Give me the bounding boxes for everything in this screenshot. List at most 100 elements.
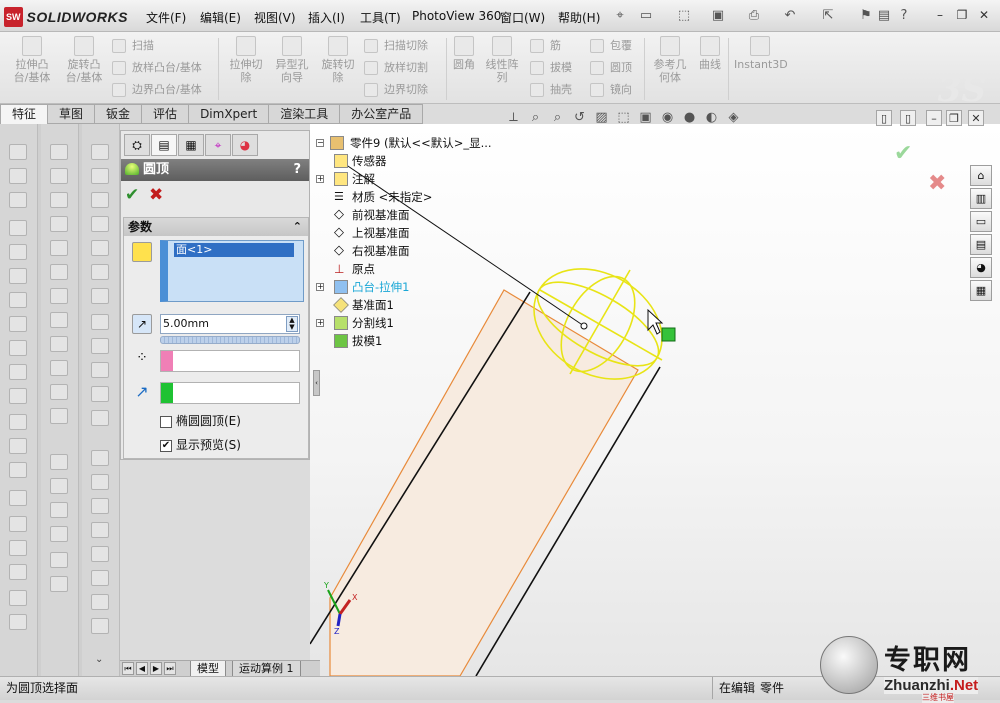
tool-icon[interactable] xyxy=(91,498,109,514)
sweep-button[interactable]: 扫描 xyxy=(112,38,154,54)
new-document-icon[interactable]: ▭ xyxy=(638,8,654,24)
tool-icon[interactable] xyxy=(50,288,68,304)
tree-item-plane1[interactable]: 基准面1 xyxy=(333,296,394,314)
tool-icon[interactable] xyxy=(91,192,109,208)
prev-tab-icon[interactable]: ◀ xyxy=(136,662,148,675)
options-icon[interactable]: ▤ xyxy=(876,8,892,24)
tool-icon[interactable] xyxy=(91,546,109,562)
selected-face-item[interactable]: 面<1> xyxy=(174,243,294,257)
expand-icon[interactable]: + xyxy=(316,319,324,327)
save-icon[interactable]: ▣ xyxy=(710,8,726,24)
expand-icon[interactable]: + xyxy=(316,175,324,183)
revolve-cut-button[interactable]: 旋转切 除 xyxy=(316,36,360,84)
tool-icon[interactable] xyxy=(50,478,68,494)
tool-icon[interactable] xyxy=(9,462,27,478)
boundary-cut-button[interactable]: 边界切除 xyxy=(364,82,428,98)
hole-wizard-button[interactable]: 异型孔 向导 xyxy=(270,36,314,84)
tab-model[interactable]: 模型 xyxy=(190,661,226,677)
tool-icon[interactable] xyxy=(9,192,27,208)
loft-boss-button[interactable]: 放样凸台/基体 xyxy=(112,60,202,76)
close-icon[interactable]: ✕ xyxy=(974,6,994,24)
fillet-button[interactable]: 圆角 xyxy=(450,36,478,71)
menu-tools[interactable]: 工具(T) xyxy=(360,9,401,26)
tree-item-draft[interactable]: 拔模1 xyxy=(334,332,382,350)
zoom-to-area-icon[interactable]: ⌕ xyxy=(548,108,567,127)
tab-evaluate[interactable]: 评估 xyxy=(142,104,190,124)
tool-icon[interactable] xyxy=(9,614,27,630)
previous-view-icon[interactable]: ↺ xyxy=(570,108,589,127)
tab-motion-study[interactable]: 运动算例 1 xyxy=(232,661,301,677)
tool-icon[interactable] xyxy=(50,312,68,328)
distance-slider[interactable] xyxy=(160,336,300,344)
zoom-to-fit-icon[interactable]: ⌕ xyxy=(526,108,545,127)
swept-cut-button[interactable]: 扫描切除 xyxy=(364,38,428,54)
display-manager-tab-icon[interactable]: ◕ xyxy=(232,134,258,156)
section-view-icon[interactable]: ▨ xyxy=(592,108,611,127)
print-icon[interactable]: ⎙ xyxy=(746,8,762,24)
tool-icon[interactable] xyxy=(91,168,109,184)
tree-item-origin[interactable]: ⊥ 原点 xyxy=(334,260,375,278)
draft-button[interactable]: 拔模 xyxy=(530,60,572,76)
tool-icon[interactable] xyxy=(50,240,68,256)
tool-icon[interactable] xyxy=(9,364,27,380)
distance-input[interactable]: 5.00mm ▲ ▼ xyxy=(160,314,300,334)
tool-icon[interactable] xyxy=(91,522,109,538)
tool-icon[interactable] xyxy=(9,220,27,236)
menu-file[interactable]: 文件(F) xyxy=(146,9,186,26)
tool-icon[interactable] xyxy=(91,216,109,232)
view-settings-icon[interactable]: ◈ xyxy=(724,108,743,127)
tool-icon[interactable] xyxy=(91,362,109,378)
edit-appearance-icon[interactable]: ● xyxy=(680,108,699,127)
elliptical-dome-checkbox[interactable]: 椭圆圆顶(E) xyxy=(160,414,241,430)
tree-item-split-line[interactable]: + 分割线1 xyxy=(316,314,394,332)
tool-icon[interactable] xyxy=(9,268,27,284)
tool-icon[interactable] xyxy=(91,144,109,160)
collapse-icon[interactable]: ⌃ xyxy=(293,218,302,236)
tree-item-boss-extrude[interactable]: + 凸台-拉伸1 xyxy=(316,278,409,296)
tree-item-sensors[interactable]: 传感器 xyxy=(334,152,387,170)
tree-item-part[interactable]: − 零件9 (默认<<默认>_显... xyxy=(316,134,492,152)
appearances-icon[interactable]: ◕ xyxy=(970,257,992,278)
checkbox-box[interactable] xyxy=(160,415,172,428)
menu-window[interactable]: 窗口(W) xyxy=(500,9,545,26)
tree-item-right-plane[interactable]: ◇ 右视基准面 xyxy=(334,242,410,260)
checkbox-box[interactable]: ✔ xyxy=(160,439,172,452)
expand-icon[interactable]: + xyxy=(316,283,324,291)
mirror-button[interactable]: 镜向 xyxy=(590,82,632,98)
lofted-cut-button[interactable]: 放样切割 xyxy=(364,60,428,76)
tool-icon[interactable] xyxy=(9,414,27,430)
tree-item-annotations[interactable]: + 注解 xyxy=(316,170,375,188)
tab-features[interactable]: 特征 xyxy=(0,104,49,124)
tool-icon[interactable] xyxy=(91,386,109,402)
tool-icon[interactable] xyxy=(91,618,109,634)
tree-item-top-plane[interactable]: ◇ 上视基准面 xyxy=(334,224,410,242)
linear-pattern-button[interactable]: 线性阵 列 xyxy=(482,36,522,84)
tree-item-front-plane[interactable]: ◇ 前视基准面 xyxy=(334,206,410,224)
rebuild-icon[interactable]: ⚑ xyxy=(858,8,874,24)
tool-icon[interactable] xyxy=(50,408,68,424)
doc-tile-icon[interactable]: ▯ xyxy=(876,110,892,126)
tool-icon[interactable] xyxy=(9,292,27,308)
solidworks-logo[interactable]: SW SOLIDWORKS xyxy=(4,6,128,28)
expand-down-icon[interactable]: ⌄ xyxy=(95,654,103,665)
view-orientation-icon[interactable]: ⟂ xyxy=(504,108,523,127)
tool-icon[interactable] xyxy=(50,336,68,352)
pin-icon[interactable]: ⌖ xyxy=(612,8,628,24)
tool-icon[interactable] xyxy=(91,314,109,330)
tab-render-tools[interactable]: 渲染工具 xyxy=(269,104,341,124)
minimize-icon[interactable]: – xyxy=(930,6,950,24)
menu-photoview[interactable]: PhotoView 360 xyxy=(412,9,501,23)
dimxpert-manager-tab-icon[interactable]: ⌖ xyxy=(205,134,231,156)
revolve-boss-button[interactable]: 旋转凸 台/基体 xyxy=(62,36,106,84)
reference-geometry-button[interactable]: 参考几 何体 xyxy=(650,36,690,84)
open-icon[interactable]: ⬚ xyxy=(676,8,692,24)
display-style-icon[interactable]: ▣ xyxy=(636,108,655,127)
tool-icon[interactable] xyxy=(91,474,109,490)
rib-button[interactable]: 筋 xyxy=(530,38,561,54)
ok-button[interactable]: ✔ xyxy=(125,185,139,205)
custom-properties-icon[interactable]: ▦ xyxy=(970,280,992,301)
apply-scene-icon[interactable]: ◐ xyxy=(702,108,721,127)
shell-button[interactable]: 抽壳 xyxy=(530,82,572,98)
tool-icon[interactable] xyxy=(9,144,27,160)
first-tab-icon[interactable]: ⏮ xyxy=(122,662,134,675)
